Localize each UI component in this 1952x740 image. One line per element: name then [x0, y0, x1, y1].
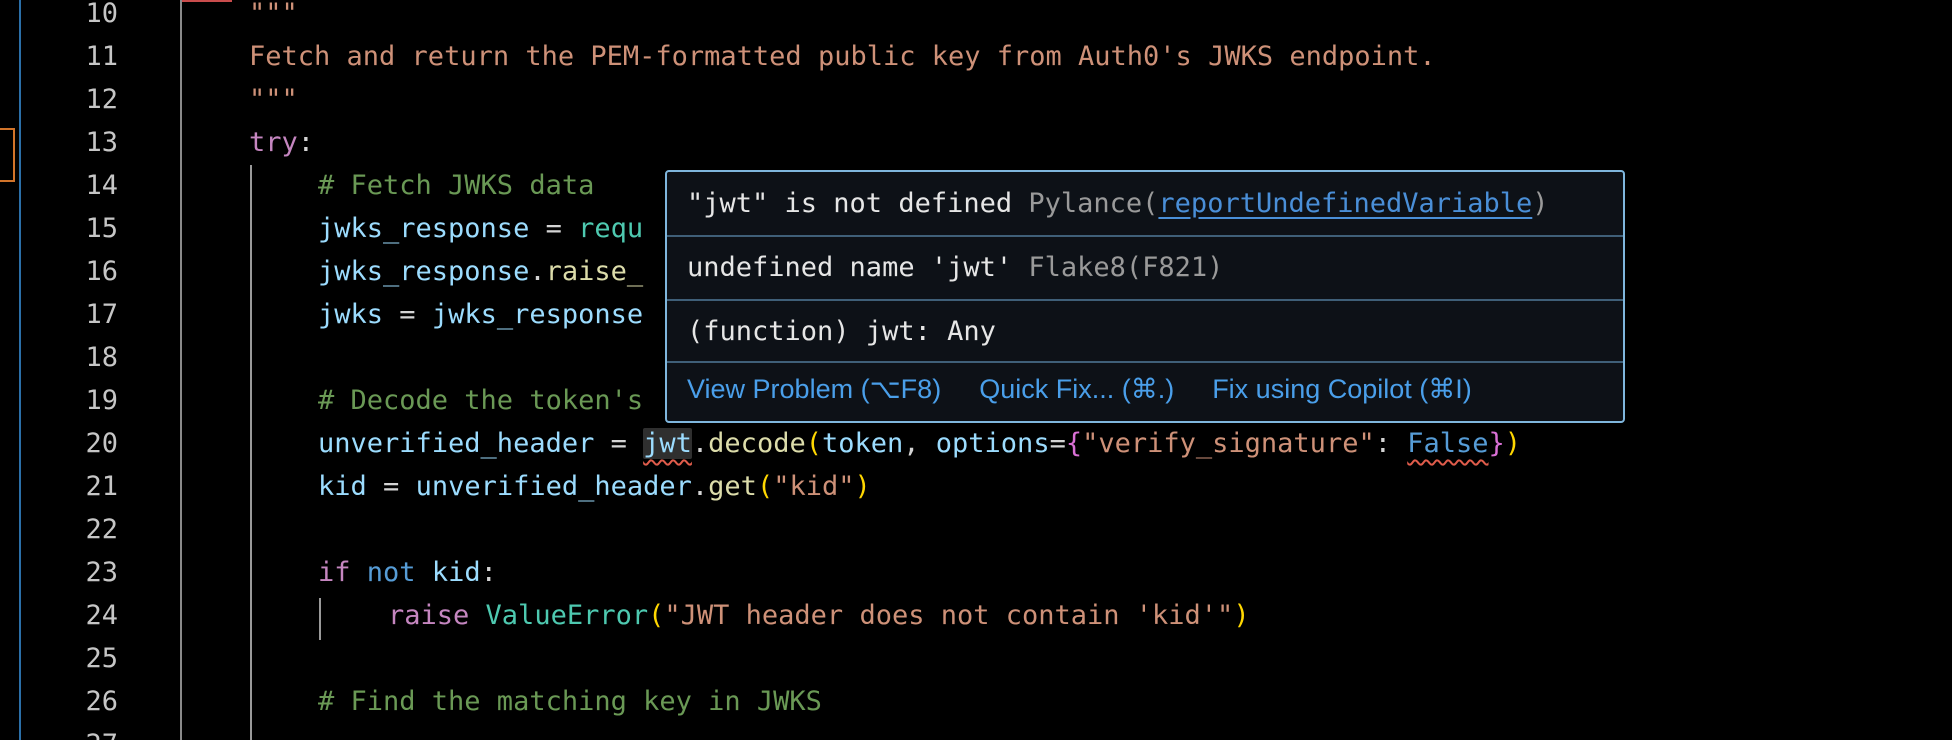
- variable: unverified_header: [318, 428, 595, 459]
- keyword-argument: options: [935, 428, 1050, 459]
- comment-decode[interactable]: # Decode the token's: [318, 379, 643, 422]
- problem-code-link[interactable]: reportUndefinedVariable: [1158, 188, 1532, 219]
- line-number: 10: [85, 0, 118, 29]
- variable: kid: [318, 471, 367, 502]
- dot: .: [691, 471, 709, 502]
- line-number: 11: [85, 41, 118, 72]
- line-number: 20: [85, 428, 118, 459]
- code-line-20[interactable]: unverified_header = jwt.decode(token, op…: [318, 422, 1521, 465]
- brace: {: [1065, 428, 1083, 459]
- line-number: 22: [85, 514, 118, 545]
- paren: (: [648, 600, 665, 631]
- problem-hover-widget[interactable]: "jwt" is not defined Pylance(reportUndef…: [665, 170, 1625, 423]
- fix-using-copilot-link[interactable]: Fix using Copilot (⌘I): [1212, 374, 1472, 404]
- code-line-13[interactable]: try:: [249, 121, 314, 164]
- flake8-problem: undefined name 'jwt' Flake8(F821): [667, 242, 1623, 294]
- try-indent-guide: [250, 165, 252, 740]
- try-keyword: try: [249, 127, 298, 158]
- line-number: 17: [85, 299, 118, 330]
- docstring-text[interactable]: Fetch and return the PEM-formatted publi…: [249, 35, 1436, 78]
- operator: =: [366, 471, 416, 502]
- operator: =: [594, 428, 644, 459]
- line-number: 23: [85, 557, 118, 588]
- docstring-close[interactable]: """: [249, 78, 298, 121]
- line-number: 24: [85, 600, 118, 631]
- colon: :: [1374, 428, 1408, 459]
- comment-fetch-jwks[interactable]: # Fetch JWKS data: [318, 164, 594, 207]
- operator: =: [1049, 428, 1066, 459]
- string: "verify_signature": [1082, 428, 1375, 459]
- dot: .: [691, 428, 709, 459]
- code-line-17[interactable]: jwks = jwks_response: [318, 293, 643, 336]
- problem-message: "jwt" is not defined: [687, 188, 1013, 219]
- string: "JWT header does not contain 'kid'": [664, 600, 1234, 631]
- comment-find-key[interactable]: # Find the matching key in JWKS: [318, 680, 822, 723]
- problem-source-close: ): [1532, 188, 1549, 219]
- hover-divider: [667, 235, 1623, 237]
- line-number: 16: [85, 256, 118, 287]
- module-ref: requ: [578, 213, 644, 244]
- line-number: 19: [85, 385, 118, 416]
- variable: jwks: [318, 299, 384, 330]
- code-line-23[interactable]: if not kid:: [318, 551, 497, 594]
- docstring-open[interactable]: """: [249, 0, 298, 35]
- function-scope-guide: [180, 0, 182, 740]
- undefined-jwt-reference[interactable]: jwt: [643, 428, 692, 459]
- code-line-21[interactable]: kid = unverified_header.get("kid"): [318, 465, 871, 508]
- not-keyword: not: [366, 557, 416, 588]
- variable: jwks_response: [431, 299, 644, 330]
- variable: kid: [431, 557, 481, 588]
- line-number: 15: [85, 213, 118, 244]
- line-number: 12: [85, 84, 118, 115]
- dot: .: [529, 256, 546, 287]
- hover-actions: View Problem (⌥F8) Quick Fix... (⌘.) Fix u…: [687, 374, 1510, 405]
- problem-source: Pylance(: [1028, 188, 1159, 219]
- method-call: decode: [708, 428, 806, 459]
- paren: ): [1504, 428, 1522, 459]
- problem-message: undefined name 'jwt': [687, 252, 1013, 283]
- line-number: 27: [0, 723, 118, 740]
- line-number: 26: [85, 686, 118, 717]
- variable: jwks_response: [318, 213, 530, 244]
- hover-divider: [667, 361, 1623, 363]
- operator: =: [383, 299, 432, 330]
- method-call: raise_: [545, 256, 644, 287]
- operator: =: [529, 213, 579, 244]
- variable: unverified_header: [415, 471, 692, 502]
- quick-fix-link[interactable]: Quick Fix... (⌘.): [979, 374, 1174, 404]
- line-number: 14: [85, 170, 118, 201]
- false-literal[interactable]: False: [1407, 428, 1488, 459]
- type-signature: (function) jwt: Any: [687, 316, 996, 347]
- if-indent-guide: [319, 598, 321, 640]
- brace: }: [1488, 428, 1505, 459]
- variable: jwks_response: [318, 256, 530, 287]
- paren: (: [756, 471, 774, 502]
- if-keyword: if: [318, 557, 351, 588]
- line-number: 25: [85, 643, 118, 674]
- pylance-problem: "jwt" is not defined Pylance(reportUndef…: [667, 178, 1623, 230]
- paren: (: [805, 428, 822, 459]
- colon: :: [297, 127, 315, 158]
- line-number: 18: [85, 342, 118, 373]
- code-line-15[interactable]: jwks_response = requ: [318, 207, 643, 250]
- exception-class: ValueError: [485, 600, 649, 631]
- paren: ): [1233, 600, 1250, 631]
- comma: ,: [903, 428, 936, 459]
- code-line-24[interactable]: raise ValueError("JWT header does not co…: [388, 594, 1250, 637]
- view-problem-link[interactable]: View Problem (⌥F8): [687, 374, 941, 404]
- colon: :: [480, 557, 497, 588]
- scope-start-marker: [182, 0, 232, 2]
- method-call: get: [708, 471, 757, 502]
- code-line-16[interactable]: jwks_response.raise_: [318, 250, 643, 293]
- line-number: 21: [85, 471, 118, 502]
- raise-keyword: raise: [388, 600, 470, 631]
- argument: token: [821, 428, 904, 459]
- line-number: 13: [85, 127, 118, 158]
- hover-divider: [667, 299, 1623, 301]
- paren: ): [854, 471, 871, 502]
- string: "kid": [773, 471, 855, 502]
- problem-source: Flake8(F821): [1028, 252, 1224, 283]
